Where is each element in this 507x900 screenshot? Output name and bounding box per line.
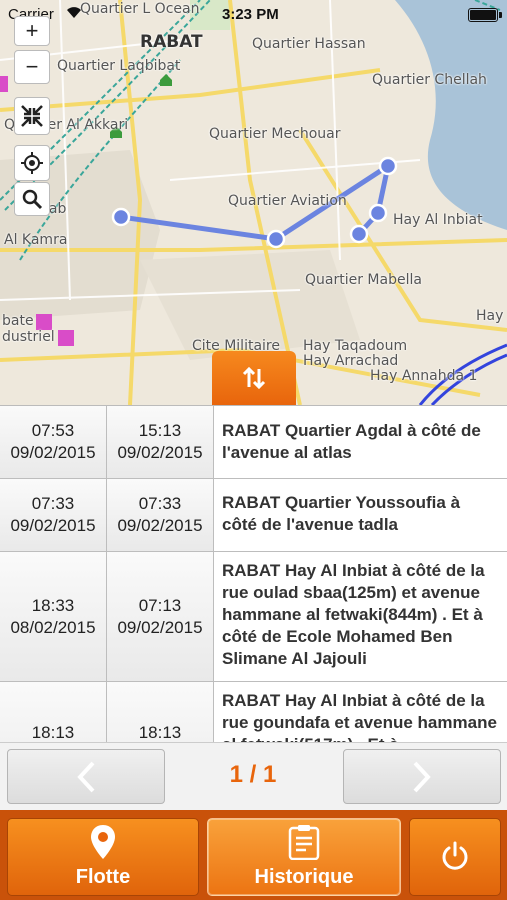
start-date: 09/02/2015	[10, 516, 96, 535]
map-label: RABAT	[140, 32, 203, 52]
start-time: 07:33	[31, 494, 75, 513]
tab-historique[interactable]: Historique	[207, 818, 401, 896]
search-button[interactable]	[14, 182, 50, 216]
tab-bar: Flotte Historique	[0, 810, 507, 900]
start-time: 07:53	[31, 421, 75, 440]
power-icon	[442, 841, 468, 870]
battery-icon	[468, 8, 502, 22]
map-label: Quartier Laqbibat	[57, 58, 181, 74]
address-cell: RABAT Hay Al Inbiat à côté de la rue gou…	[214, 682, 507, 742]
start-time: 18:33	[31, 595, 75, 615]
start-cell: 07:33 09/02/2015	[0, 479, 107, 551]
end-date: 09/02/2015	[117, 443, 203, 462]
end-time: 18:13	[138, 723, 182, 742]
status-bar: Carrier 3:23 PM	[0, 0, 507, 30]
map-label: Quartier Aviation	[228, 193, 347, 209]
map-view[interactable]: Quartier L Ocean RABAT Quartier Hassan Q…	[0, 0, 507, 405]
start-date: 09/02/2015	[10, 443, 96, 462]
end-cell: 15:13 09/02/2015	[107, 406, 214, 478]
end-cell: 18:13	[107, 682, 214, 742]
table-row[interactable]: 07:33 09/02/2015 07:33 09/02/2015 RABAT …	[0, 479, 507, 552]
table-row[interactable]: 07:53 09/02/2015 15:13 09/02/2015 RABAT …	[0, 406, 507, 479]
end-time: 15:13	[138, 421, 182, 440]
start-date: 08/02/2015	[10, 617, 96, 637]
address-cell: RABAT Quartier Youssoufia à côté de l'av…	[214, 479, 507, 551]
end-date: 09/02/2015	[117, 516, 203, 535]
chevron-right-icon	[413, 761, 431, 792]
toggle-panel-button[interactable]	[212, 351, 296, 405]
map-label: Hay Arrachad	[303, 353, 399, 369]
map-label: Quartier Chellah	[372, 72, 487, 88]
map-label: Hay Al Inbiat	[393, 212, 483, 228]
start-cell: 18:13	[0, 682, 107, 742]
map-pin-icon	[91, 825, 115, 859]
map-label: Hay Annahda 1	[370, 368, 478, 384]
table-row[interactable]: 18:33 08/02/2015 07:13 09/02/2015 RABAT …	[0, 552, 507, 682]
tab-label: Flotte	[75, 866, 131, 888]
next-page-button[interactable]	[343, 749, 501, 804]
page-indicator: 1 / 1	[229, 761, 277, 788]
logout-button[interactable]	[409, 818, 501, 896]
fit-route-button[interactable]	[14, 97, 50, 135]
zoom-out-button[interactable]: −	[14, 50, 50, 84]
end-cell: 07:13 09/02/2015	[107, 552, 214, 681]
zoom-in-button[interactable]: +	[14, 16, 50, 46]
tab-label: Historique	[254, 866, 354, 888]
address-cell: RABAT Hay Al Inbiat à côté de la rue oul…	[214, 552, 507, 681]
pager: 1 / 1	[0, 742, 507, 810]
table-row[interactable]: 18:13 18:13 RABAT Hay Al Inbiat à côté d…	[0, 682, 507, 742]
swap-arrows-icon	[242, 366, 266, 390]
tab-flotte[interactable]: Flotte	[7, 818, 199, 896]
start-time: 18:13	[31, 723, 75, 742]
crosshair-icon	[21, 152, 43, 174]
collapse-arrows-icon	[21, 105, 43, 127]
clipboard-icon	[288, 825, 320, 860]
address-cell: RABAT Quartier Agdal à côté de l'avenue …	[214, 406, 507, 478]
status-time: 3:23 PM	[222, 6, 279, 23]
previous-page-button[interactable]	[7, 749, 165, 804]
map-label: Quartier Mabella	[305, 272, 422, 288]
end-time: 07:33	[138, 494, 182, 513]
map-label: Hay Taqadoum	[303, 338, 408, 354]
chevron-left-icon	[77, 761, 95, 792]
end-date: 09/02/2015	[117, 617, 203, 637]
map-label: bate	[2, 313, 34, 329]
search-icon	[22, 189, 43, 210]
map-label: Quartier Hassan	[252, 36, 366, 52]
map-label: Hay	[476, 308, 504, 324]
end-cell: 07:33 09/02/2015	[107, 479, 214, 551]
end-time: 07:13	[138, 595, 182, 615]
start-cell: 18:33 08/02/2015	[0, 552, 107, 681]
history-table[interactable]: 07:53 09/02/2015 15:13 09/02/2015 RABAT …	[0, 405, 507, 742]
map-label: dustriel	[2, 329, 55, 345]
wifi-icon	[66, 5, 82, 22]
map-label: Al Kamra	[4, 232, 68, 248]
start-cell: 07:53 09/02/2015	[0, 406, 107, 478]
minus-icon: −	[25, 54, 39, 79]
locate-button[interactable]	[14, 145, 50, 181]
map-label: Quartier Mechouar	[209, 126, 341, 142]
plus-icon: +	[25, 18, 39, 43]
